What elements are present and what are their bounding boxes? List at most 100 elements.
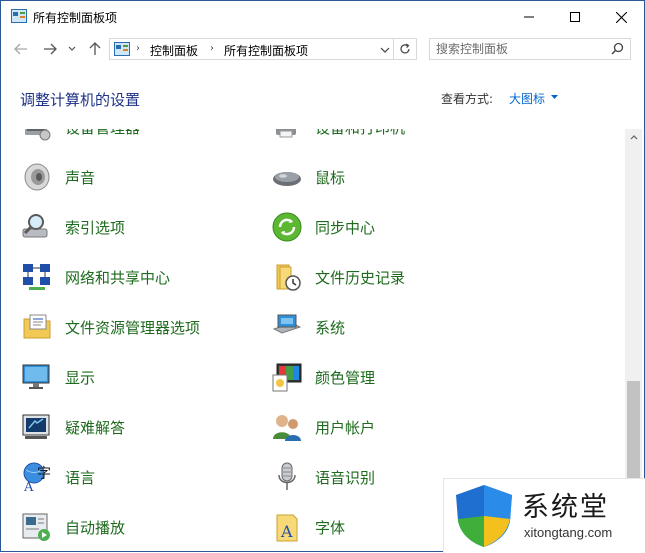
close-icon [615,11,627,23]
back-button[interactable] [11,39,31,59]
item-label: 声音 [65,168,96,187]
breadcrumb-separator-icon: › [136,43,140,54]
caret-down-icon[interactable] [551,95,558,99]
content-header: 调整计算机的设置 查看方式: 大图标 [1,69,644,127]
item-system[interactable]: 系统 [271,307,345,347]
autoplay-icon [22,513,50,541]
speech-recognition-icon [278,462,296,490]
refresh-button[interactable] [393,39,416,59]
close-button[interactable] [598,1,644,33]
item-device-manager[interactable]: 设备管理器 [21,129,140,147]
maximize-button[interactable] [552,1,598,33]
item-file-history[interactable]: 文件历史记录 [271,257,405,297]
watermark-site: xitongtang.com [524,525,613,540]
svg-text:A: A [23,480,34,493]
sync-icon [272,212,302,242]
item-label: 字体 [315,518,346,537]
language-icon: 字 A [23,462,51,493]
device-manager-icon [25,129,51,141]
display-icon [22,364,50,389]
mouse-icon [273,172,301,186]
network-icon [23,264,50,290]
arrow-right-icon [44,43,57,55]
shield-logo-icon [456,485,512,547]
item-sound[interactable]: 声音 [21,157,95,197]
item-label: 显示 [65,368,96,387]
address-bar[interactable]: › 控制面板 › 所有控制面板项 [109,38,417,60]
item-label: 文件资源管理器选项 [65,318,201,337]
address-dropdown-button[interactable] [378,43,392,57]
search-box[interactable] [429,38,631,60]
maximize-icon [570,12,580,22]
item-troubleshooting[interactable]: 疑难解答 [21,407,125,447]
color-management-icon [272,363,302,392]
file-history-icon [276,264,301,291]
fonts-icon: A [276,514,298,542]
minimize-button[interactable] [506,1,552,33]
control-panel-window: 所有控制面板项 › 控制面板 › 所有控制面板项 搜索控制面板 调整计算机的设置… [0,0,645,552]
item-label: 语言 [65,468,96,487]
item-label: 设备管理器 [65,129,140,138]
item-file-explorer-options[interactable]: 文件资源管理器选项 [21,307,200,347]
item-sync-center[interactable]: 同步中心 [271,207,375,247]
troubleshooting-icon [22,414,50,439]
up-button[interactable] [85,39,105,59]
refresh-icon [400,43,410,54]
item-label: 文件历史记录 [315,268,406,287]
search-icon[interactable] [611,42,624,55]
chevron-down-icon [68,46,76,51]
watermark-brand: 系统堂 [522,492,609,523]
item-user-accounts[interactable]: 用户帐户 [271,407,375,447]
item-label: 设备和打印机 [315,129,405,138]
item-mouse[interactable]: 鼠标 [271,157,345,197]
item-indexing-options[interactable]: 索引选项 [21,207,125,247]
breadcrumb-separator-icon: › [210,43,214,54]
item-autoplay[interactable]: 自动播放 [21,507,125,547]
control-panel-app-icon [11,9,27,23]
item-label: 疑难解答 [65,418,126,437]
item-fonts[interactable]: A 字体 [271,507,345,547]
breadcrumb-all-items[interactable]: 所有控制面板项 [224,42,308,59]
item-label: 用户帐户 [315,418,376,437]
svg-text:字: 字 [37,466,51,482]
chevron-down-icon [380,47,390,53]
item-label: 网络和共享中心 [65,268,171,287]
minimize-icon [524,16,534,18]
item-label: 颜色管理 [315,368,376,387]
item-language[interactable]: 字 A 语言 [21,457,95,497]
item-display[interactable]: 显示 [21,357,95,397]
arrow-up-icon [89,42,101,55]
indexing-icon [22,214,48,238]
window-title: 所有控制面板项 [33,11,118,25]
item-label: 系统 [315,318,346,337]
system-icon [272,314,302,334]
control-panel-location-icon [114,42,130,56]
navigation-bar: › 控制面板 › 所有控制面板项 [1,35,644,65]
item-label: 自动播放 [65,518,126,537]
item-label: 同步中心 [315,218,376,237]
item-color-management[interactable]: 颜色管理 [271,357,375,397]
breadcrumb-control-panel[interactable]: 控制面板 [150,42,198,59]
item-label: 鼠标 [315,168,346,187]
item-network-sharing[interactable]: 网络和共享中心 [21,257,170,297]
search-input[interactable] [436,41,596,57]
chevron-up-icon [630,135,637,140]
printer-icon [276,129,296,138]
view-by-label: 查看方式: [441,92,494,106]
item-label: 索引选项 [65,218,126,237]
forward-button[interactable] [40,39,60,59]
item-devices-printers[interactable]: 设备和打印机 [271,129,405,147]
scroll-up-button[interactable] [625,129,642,146]
folder-options-icon [23,314,51,339]
user-accounts-icon [273,415,301,441]
svg-text:A: A [280,522,293,541]
title-bar[interactable]: 所有控制面板项 [1,1,644,33]
speaker-icon [24,163,50,191]
view-by-dropdown[interactable]: 大图标 [509,90,545,107]
recent-locations-button[interactable] [65,39,79,59]
watermark: 系统堂 xitongtang.com [443,478,645,553]
page-title: 调整计算机的设置 [20,91,141,109]
item-label: 语音识别 [315,468,376,487]
item-speech-recognition[interactable]: 语音识别 [271,457,375,497]
arrow-left-icon [14,43,27,55]
